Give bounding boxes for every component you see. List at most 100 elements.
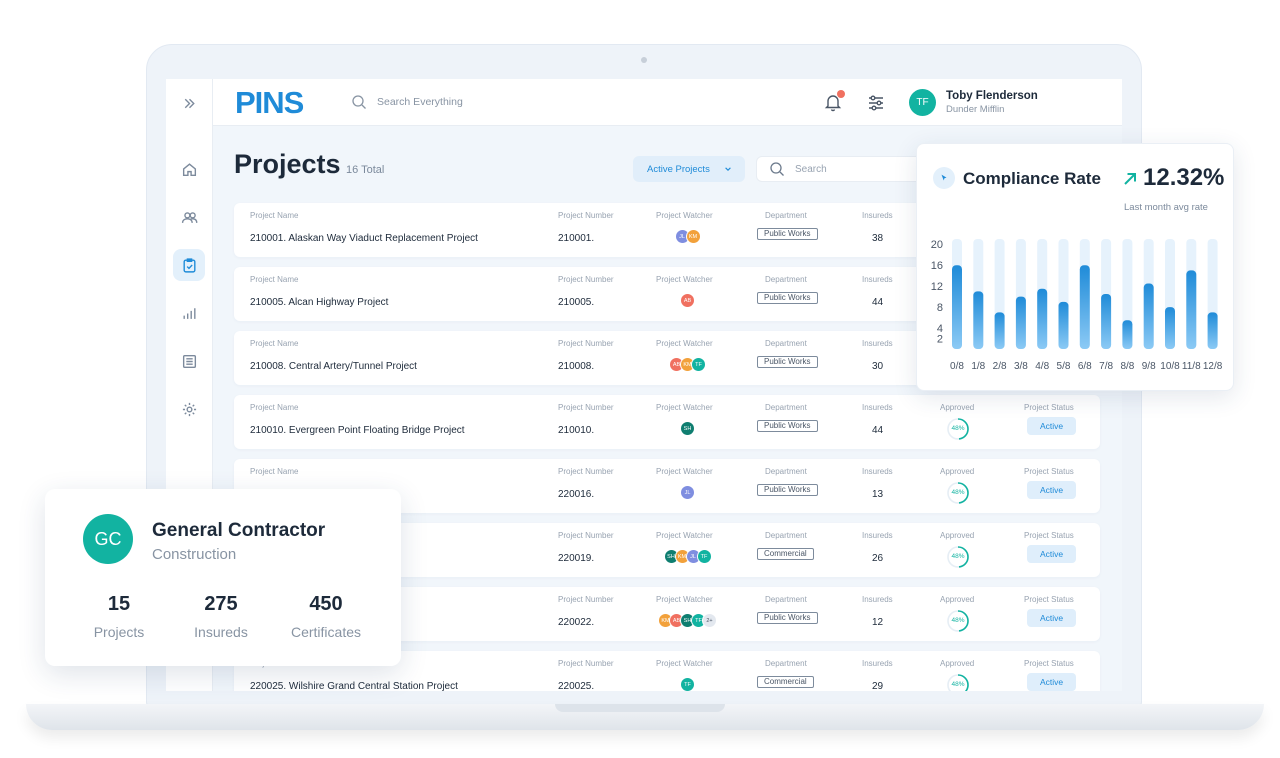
project-number: 220019. xyxy=(558,553,595,564)
sidebar-item-users[interactable] xyxy=(173,201,205,233)
bar[interactable] xyxy=(1037,288,1048,349)
column-label-status: Project Status xyxy=(1024,467,1074,476)
approval-percent: 48% xyxy=(951,425,965,432)
watcher-avatar[interactable]: KM xyxy=(685,229,701,244)
watcher-avatar[interactable]: TF xyxy=(680,677,695,691)
bar[interactable] xyxy=(1165,307,1175,349)
cursor-badge xyxy=(933,167,955,189)
table-row[interactable]: Project Name Project Number Project Watche… xyxy=(234,395,1100,449)
column-label-approved: Approved xyxy=(940,403,975,412)
x-tick-label: 4/8 xyxy=(1035,361,1049,372)
department-badge: Public Works xyxy=(757,228,818,240)
sidebar-item-documents[interactable] xyxy=(173,345,205,377)
bar[interactable] xyxy=(1058,301,1069,349)
column-label-name: Project Name xyxy=(250,211,299,220)
gc-title: General Contractor xyxy=(152,520,326,541)
bar[interactable] xyxy=(1207,312,1218,349)
x-tick-label: 12/8 xyxy=(1203,361,1223,372)
sliders-icon xyxy=(869,95,883,111)
column-label-insureds: Insureds xyxy=(862,467,893,476)
status-badge[interactable]: Active xyxy=(1027,417,1077,435)
x-tick-label: 10/8 xyxy=(1160,361,1180,372)
column-label-watcher: Project Watcher xyxy=(656,211,713,220)
column-label-name: Project Name xyxy=(250,403,299,412)
bar[interactable] xyxy=(1122,320,1133,349)
column-label-approved: Approved xyxy=(940,467,975,476)
compliance-title: Compliance Rate xyxy=(963,169,1101,188)
x-tick-label: 1/8 xyxy=(971,361,985,372)
cursor-icon xyxy=(941,174,947,181)
column-label-watcher: Project Watcher xyxy=(656,659,713,668)
column-label-department: Department xyxy=(765,531,807,540)
project-search-input[interactable]: Search xyxy=(756,156,926,182)
status-badge[interactable]: Active xyxy=(1027,481,1077,499)
column-label-insureds: Insureds xyxy=(862,531,893,540)
general-contractor-card[interactable]: GC General Contractor Construction 15 Pr… xyxy=(45,489,401,666)
project-filter-dropdown[interactable]: Active Projects xyxy=(633,156,745,182)
x-tick-label: 7/8 xyxy=(1099,361,1113,372)
bar[interactable] xyxy=(1101,294,1112,349)
chevron-down-icon xyxy=(725,167,731,171)
page-title: Projects xyxy=(234,149,341,179)
status-badge[interactable]: Active xyxy=(1027,545,1077,563)
department-badge: Commercial xyxy=(757,548,814,560)
project-number: 220022. xyxy=(558,617,595,628)
bar[interactable] xyxy=(1015,296,1026,349)
project-name[interactable]: 210005. Alcan Highway Project xyxy=(250,297,388,308)
settings-sliders-button[interactable] xyxy=(866,93,886,113)
department-badge: Public Works xyxy=(757,612,818,624)
project-name[interactable]: 210001. Alaskan Way Viaduct Replacement … xyxy=(250,233,478,244)
bar[interactable] xyxy=(952,265,962,349)
column-label-status: Project Status xyxy=(1024,659,1074,668)
watcher-avatar[interactable]: JL xyxy=(680,485,695,500)
sidebar-item-home[interactable] xyxy=(173,153,205,185)
insureds-count: 44 xyxy=(872,425,884,436)
watcher-avatar[interactable]: TF xyxy=(696,549,712,564)
gc-stat-projects: 15 Projects xyxy=(83,593,155,640)
y-tick-label: 20 xyxy=(931,239,943,251)
search-icon xyxy=(352,95,366,109)
column-label-watcher: Project Watcher xyxy=(656,595,713,604)
column-label-insureds: Insureds xyxy=(862,659,893,668)
compliance-subtitle: Last month avg rate xyxy=(1124,202,1208,213)
column-label-status: Project Status xyxy=(1024,595,1074,604)
column-label-insureds: Insureds xyxy=(862,275,893,284)
project-search-placeholder: Search xyxy=(795,163,827,175)
project-number: 210001. xyxy=(558,233,595,244)
project-name[interactable]: 220025. Wilshire Grand Central Station P… xyxy=(250,681,458,691)
notifications-button[interactable] xyxy=(823,90,845,112)
column-label-name: Project Name xyxy=(250,275,299,284)
column-label-insureds: Insureds xyxy=(862,595,893,604)
sidebar-item-projects[interactable] xyxy=(173,249,205,281)
bar[interactable] xyxy=(1079,265,1090,349)
project-name[interactable]: 210008. Central Artery/Tunnel Project xyxy=(250,361,417,372)
bar[interactable] xyxy=(1143,283,1154,349)
bar[interactable] xyxy=(1186,270,1197,349)
insureds-count: 26 xyxy=(872,553,884,564)
expand-sidebar-button[interactable] xyxy=(173,87,205,119)
status-badge[interactable]: Active xyxy=(1027,673,1077,691)
sidebar-item-settings[interactable] xyxy=(173,393,205,425)
sidebar-item-reports[interactable] xyxy=(173,297,205,329)
watcher-avatar[interactable]: SH xyxy=(680,421,695,436)
status-badge[interactable]: Active xyxy=(1027,609,1077,627)
approval-percent: 48% xyxy=(951,489,965,496)
watcher-avatar[interactable]: 2+ xyxy=(702,613,717,628)
bar[interactable] xyxy=(994,312,1005,349)
insureds-count: 12 xyxy=(872,617,884,628)
bar[interactable] xyxy=(973,291,984,349)
camera-dot xyxy=(641,57,647,63)
user-name: Toby Flenderson xyxy=(946,90,1038,102)
approval-percent: 48% xyxy=(951,553,965,560)
user-avatar[interactable]: TF xyxy=(909,89,936,116)
y-tick-label: 12 xyxy=(931,281,943,293)
project-number: 220016. xyxy=(558,489,595,500)
global-search[interactable]: Search Everything xyxy=(351,94,463,110)
project-name[interactable]: 210010. Evergreen Point Floating Bridge … xyxy=(250,425,465,436)
app-logo[interactable]: PINS xyxy=(235,85,304,121)
watcher-avatar[interactable]: AB xyxy=(680,293,695,308)
watcher-avatar[interactable]: TF xyxy=(691,357,706,372)
gc-stat-label: Projects xyxy=(93,624,145,640)
column-label-watcher: Project Watcher xyxy=(656,467,713,476)
document-list-icon xyxy=(182,354,196,368)
